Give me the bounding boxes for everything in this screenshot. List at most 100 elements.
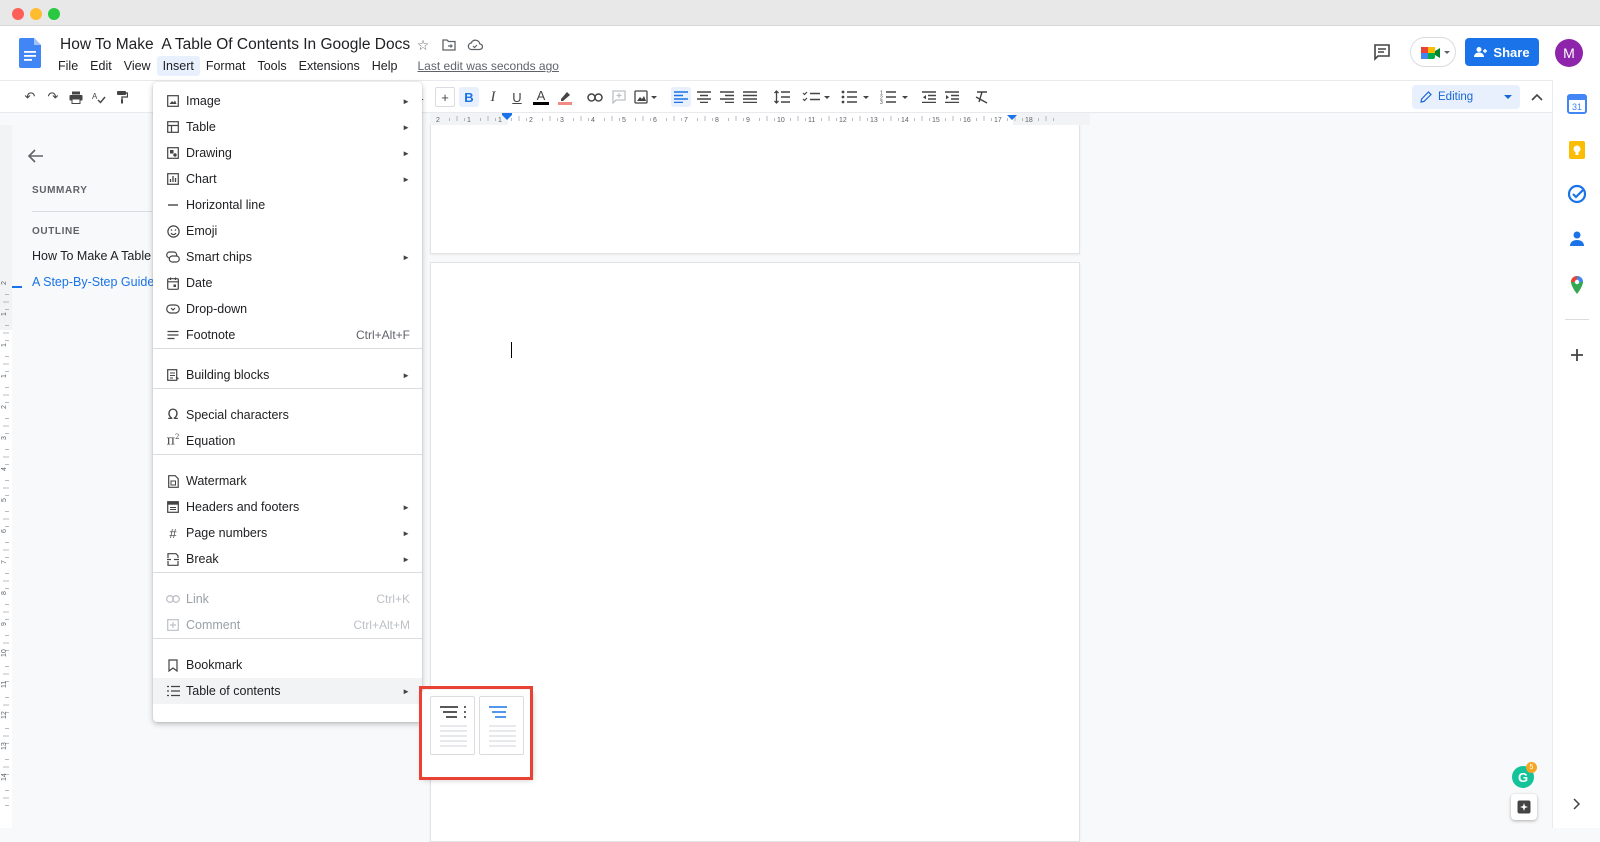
increase-font-size-icon[interactable]: +: [435, 87, 455, 107]
vruler-label: 1: [1, 374, 8, 378]
submenu-arrow-icon: ►: [402, 252, 410, 262]
vruler-label: 13: [1, 742, 8, 750]
increase-indent-icon[interactable]: [942, 87, 962, 107]
justify-icon[interactable]: [740, 87, 760, 107]
menu-item-building-blocks[interactable]: Building blocks ►: [153, 362, 422, 388]
drawing-icon: [165, 145, 181, 161]
text-color-icon[interactable]: A: [531, 87, 551, 107]
menu-item-watermark[interactable]: Watermark: [153, 468, 422, 494]
numbered-list-icon[interactable]: 123: [880, 87, 910, 107]
menu-item-label: Special characters: [186, 408, 289, 422]
menu-item-link[interactable]: Link Ctrl+K: [153, 586, 422, 612]
add-addon-icon[interactable]: [1566, 344, 1588, 366]
underline-icon[interactable]: U: [507, 87, 527, 107]
outline-active-indicator: [12, 286, 22, 288]
avatar[interactable]: M: [1555, 39, 1583, 67]
cloud-status-icon[interactable]: [466, 36, 484, 54]
document-page-1[interactable]: [430, 123, 1080, 254]
ruler-label: 5: [622, 117, 626, 124]
menu-item-page-numbers[interactable]: # Page numbers ►: [153, 520, 422, 546]
menu-item-label: Page numbers: [186, 526, 268, 540]
close-window-button[interactable]: [12, 8, 24, 20]
horizontal-ruler[interactable]: 2 1 1 2 3 4 5 6 7 8 9 10 11 12 13 14 15 16 17 18: [430, 113, 1090, 125]
move-folder-icon[interactable]: [440, 36, 458, 54]
collapse-menus-icon[interactable]: [1527, 87, 1547, 107]
editing-mode-dropdown[interactable]: Editing: [1412, 85, 1520, 109]
add-person-icon: [1474, 47, 1488, 57]
bulleted-list-icon[interactable]: [841, 87, 871, 107]
align-right-icon[interactable]: [717, 87, 737, 107]
menu-help[interactable]: Help: [366, 56, 404, 76]
menu-item-drop-down[interactable]: Drop-down: [153, 296, 422, 322]
menu-extensions[interactable]: Extensions: [293, 56, 366, 76]
explore-button[interactable]: [1511, 794, 1537, 820]
outline-item-guide[interactable]: A Step-By-Step Guide: [32, 275, 164, 289]
meet-button[interactable]: [1410, 37, 1456, 67]
clear-formatting-icon[interactable]: [972, 87, 992, 107]
menu-insert[interactable]: Insert: [156, 56, 200, 76]
print-icon[interactable]: [66, 87, 86, 107]
checklist-icon[interactable]: [802, 87, 832, 107]
toc-icon: [165, 683, 181, 699]
add-comment-icon[interactable]: [609, 87, 629, 107]
star-icon[interactable]: ☆: [414, 36, 432, 54]
outline-item-title[interactable]: How To Make A Table Of Contents In Googl…: [32, 249, 164, 263]
highlight-color-icon[interactable]: [555, 87, 575, 107]
menu-item-equation[interactable]: π2 Equation: [153, 428, 422, 454]
italic-icon[interactable]: I: [483, 87, 503, 107]
menu-item-table-of-contents[interactable]: Table of contents ►: [153, 678, 422, 704]
menu-item-horizontal-line[interactable]: Horizontal line: [153, 192, 422, 218]
back-arrow-icon[interactable]: [27, 147, 45, 165]
menu-item-date[interactable]: Date: [153, 270, 422, 296]
menu-item-smart-chips[interactable]: Smart chips ►: [153, 244, 422, 270]
decrease-indent-icon[interactable]: [919, 87, 939, 107]
menu-file[interactable]: File: [52, 56, 84, 76]
calendar-icon[interactable]: 31: [1566, 93, 1588, 115]
menu-edit[interactable]: Edit: [84, 56, 118, 76]
menu-item-comment[interactable]: Comment Ctrl+Alt+M: [153, 612, 422, 638]
menu-item-break[interactable]: Break ►: [153, 546, 422, 572]
menu-item-table[interactable]: Table ►: [153, 114, 422, 140]
menu-item-special-characters[interactable]: Ω Special characters: [153, 402, 422, 428]
maximize-window-button[interactable]: [48, 8, 60, 20]
bold-icon[interactable]: B: [459, 87, 479, 107]
insert-link-icon[interactable]: [585, 87, 605, 107]
menu-item-emoji[interactable]: Emoji: [153, 218, 422, 244]
keep-icon[interactable]: [1566, 139, 1588, 161]
menu-item-headers-and-footers[interactable]: Headers and footers ►: [153, 494, 422, 520]
menu-item-bookmark[interactable]: Bookmark: [153, 652, 422, 678]
minimize-window-button[interactable]: [30, 8, 42, 20]
menu-item-drawing[interactable]: Drawing ►: [153, 140, 422, 166]
share-button[interactable]: Share: [1465, 38, 1539, 66]
menu-item-label: Building blocks: [186, 368, 270, 382]
line-spacing-icon[interactable]: [772, 87, 792, 107]
google-docs-logo-icon[interactable]: [19, 38, 41, 68]
last-edit-link[interactable]: Last edit was seconds ago: [418, 59, 559, 73]
chevron-right-icon[interactable]: [1571, 798, 1581, 810]
menu-separator: [153, 638, 422, 639]
tasks-icon[interactable]: [1566, 183, 1588, 205]
undo-icon[interactable]: ↶: [20, 87, 40, 107]
paint-format-icon[interactable]: [112, 87, 132, 107]
menu-item-label: Horizontal line: [186, 198, 266, 212]
redo-icon[interactable]: ↷: [43, 87, 63, 107]
align-center-icon[interactable]: [694, 87, 714, 107]
vruler-label: 14: [1, 773, 8, 781]
break-icon: [165, 551, 181, 567]
menu-item-chart[interactable]: Chart ►: [153, 166, 422, 192]
menu-tools[interactable]: Tools: [251, 56, 292, 76]
menu-item-footnote[interactable]: Footnote Ctrl+Alt+F: [153, 322, 422, 348]
spellcheck-icon[interactable]: A: [89, 87, 109, 107]
hash-icon: #: [169, 525, 177, 541]
align-left-icon[interactable]: [671, 87, 691, 107]
menu-item-image[interactable]: Image ►: [153, 88, 422, 114]
maps-icon[interactable]: [1566, 274, 1588, 296]
vertical-ruler[interactable]: 2111234567891011121314: [0, 125, 12, 828]
document-title[interactable]: How To Make A Table Of Contents In Googl…: [60, 36, 410, 54]
menu-format[interactable]: Format: [200, 56, 252, 76]
menu-view[interactable]: View: [118, 56, 157, 76]
comment-history-icon[interactable]: [1372, 42, 1392, 62]
docs-header: How To Make A Table Of Contents In Googl…: [0, 26, 1600, 80]
contacts-icon[interactable]: [1566, 228, 1588, 250]
insert-image-icon[interactable]: [633, 87, 661, 107]
